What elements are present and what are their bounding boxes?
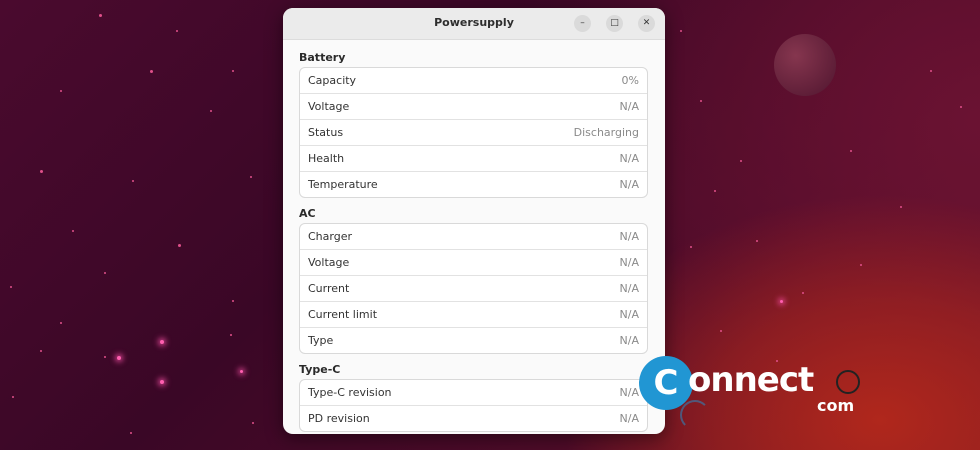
row-label: Type-C revision — [308, 386, 392, 399]
row-value: N/A — [619, 230, 639, 243]
list-item: Voltage N/A — [300, 250, 647, 276]
list-item: Type N/A — [300, 328, 647, 353]
section-title-battery: Battery — [299, 51, 346, 64]
logo-suffix: com — [817, 396, 855, 415]
row-label: Voltage — [308, 256, 350, 269]
window-content: Battery Capacity 0% Voltage N/A Status D… — [283, 40, 665, 432]
row-value: N/A — [619, 100, 639, 113]
watermark-logo: C onnect com — [638, 356, 868, 430]
section-title-ac: AC — [299, 207, 316, 220]
row-label: Temperature — [308, 178, 378, 191]
list-item: Charger N/A — [300, 224, 647, 250]
list-item: Type-C revision N/A — [300, 380, 647, 406]
row-value: N/A — [619, 412, 639, 425]
ac-group: Charger N/A Voltage N/A Current N/A Curr… — [299, 223, 648, 354]
wifi-arc-icon — [680, 400, 710, 430]
logo-text: onnect — [688, 360, 814, 400]
maximize-icon: □ — [610, 18, 619, 28]
row-label: Status — [308, 126, 344, 139]
typec-group: Type-C revision N/A PD revision N/A — [299, 379, 648, 432]
list-item: PD revision N/A — [300, 406, 647, 431]
list-item: Current limit N/A — [300, 302, 647, 328]
row-value: N/A — [619, 334, 639, 347]
list-item: Current N/A — [300, 276, 647, 302]
row-value: N/A — [619, 282, 639, 295]
logo-c-icon: C — [639, 356, 693, 410]
logo-letter: C — [653, 363, 679, 403]
row-label: Current — [308, 282, 350, 295]
list-item: Capacity 0% — [300, 68, 647, 94]
row-label: Voltage — [308, 100, 350, 113]
close-button[interactable]: ✕ — [638, 15, 655, 32]
list-item: Temperature N/A — [300, 172, 647, 197]
section-title-typec: Type-C — [299, 363, 341, 376]
minimize-icon: – — [580, 18, 585, 28]
battery-group: Capacity 0% Voltage N/A Status Dischargi… — [299, 67, 648, 198]
row-label: Charger — [308, 230, 352, 243]
row-value: N/A — [619, 386, 639, 399]
row-label: Health — [308, 152, 345, 165]
row-value: Discharging — [573, 126, 639, 139]
row-label: Current limit — [308, 308, 378, 321]
close-icon: ✕ — [642, 18, 651, 28]
row-value: N/A — [619, 256, 639, 269]
row-label: PD revision — [308, 412, 370, 425]
window-titlebar[interactable]: Powersupply – □ ✕ — [283, 8, 665, 40]
row-value: N/A — [619, 308, 639, 321]
minimize-button[interactable]: – — [574, 15, 591, 32]
list-item: Status Discharging — [300, 120, 647, 146]
row-value: N/A — [619, 178, 639, 191]
globe-icon — [836, 370, 860, 394]
row-value: N/A — [619, 152, 639, 165]
row-label: Capacity — [308, 74, 357, 87]
wallpaper-moon — [774, 34, 836, 96]
list-item: Health N/A — [300, 146, 647, 172]
row-value: 0% — [621, 74, 639, 87]
powersupply-window: Powersupply – □ ✕ Battery Capacity 0% Vo… — [283, 8, 665, 434]
list-item: Voltage N/A — [300, 94, 647, 120]
maximize-button[interactable]: □ — [606, 15, 623, 32]
row-label: Type — [308, 334, 334, 347]
